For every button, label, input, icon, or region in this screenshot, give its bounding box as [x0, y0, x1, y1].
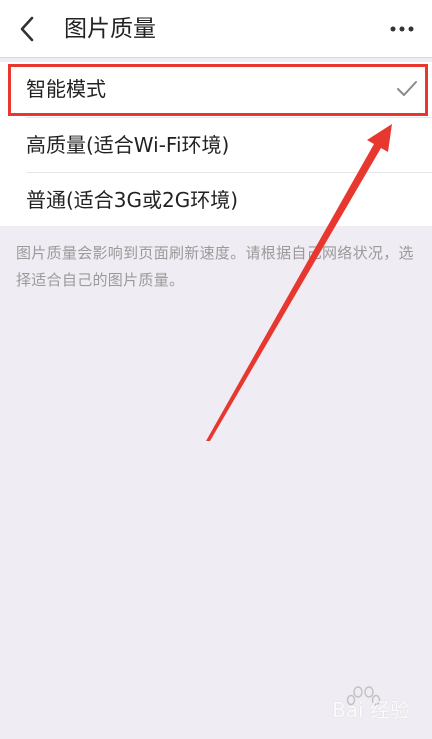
option-label: 智能模式 [26, 77, 106, 101]
checkmark-icon [397, 81, 417, 96]
watermark-text: Bai 经验 [332, 698, 410, 722]
option-label: 高质量(适合Wi-Fi环境) [26, 133, 230, 157]
more-options-button[interactable] [386, 18, 418, 40]
page-title: 图片质量 [64, 16, 156, 42]
option-label: 普通(适合3G或2G环境) [26, 188, 239, 212]
back-button[interactable] [12, 14, 42, 44]
option-smart-mode[interactable]: 智能模式 [0, 62, 432, 116]
image-quality-description: 图片质量会影响到页面刷新速度。请根据自己网络状况，选择适合自己的图片质量。 [16, 244, 414, 289]
chevron-left-icon [20, 16, 34, 42]
more-dots-icon [390, 26, 414, 32]
option-normal[interactable]: 普通(适合3G或2G环境) [0, 173, 432, 227]
image-quality-options-list: 智能模式 高质量(适合Wi-Fi环境) 普通(适合3G或2G环境) [0, 62, 432, 226]
option-high-quality[interactable]: 高质量(适合Wi-Fi环境) [0, 118, 432, 172]
top-app-bar: 图片质量 [0, 0, 432, 58]
